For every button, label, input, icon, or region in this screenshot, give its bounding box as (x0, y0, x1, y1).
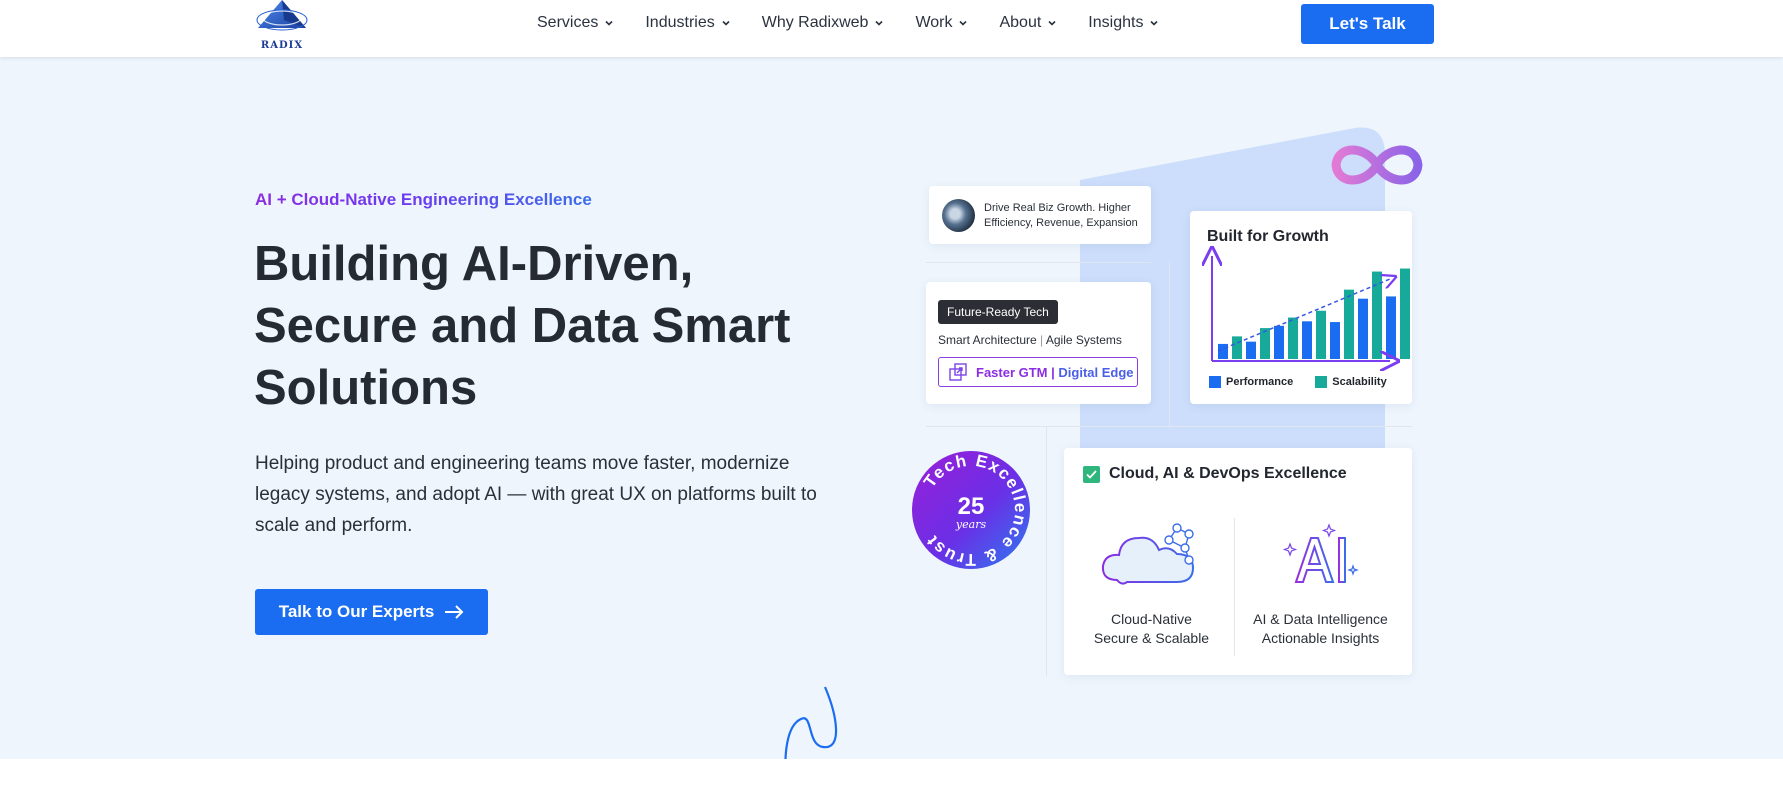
nav-industries-label: Industries (645, 13, 715, 31)
faster-gtm-text: Faster GTM | (976, 364, 1055, 380)
grid-line (926, 426, 1412, 427)
nav-why-radixweb-label: Why Radixweb (761, 13, 869, 31)
growth-message-card: Drive Real Biz Growth. Higher Efficiency… (929, 186, 1151, 244)
bar-scalability-6 (1372, 271, 1382, 359)
chevron-down-icon (875, 20, 884, 26)
grid-line (926, 262, 1151, 263)
cloud-network-icon (1101, 523, 1194, 585)
logo-wordmark: RADIX (260, 40, 304, 51)
bar-scalability-7 (1400, 268, 1410, 359)
infinity-icon (1331, 145, 1423, 185)
cloud-ai-heading: Cloud, AI & DevOps Excellence (1083, 465, 1347, 483)
chart-legend: Performance Scalability (1209, 376, 1409, 388)
legend-label-scalability: Scalability (1332, 376, 1387, 388)
bar-performance-7 (1386, 296, 1396, 359)
legend-label-performance: Performance (1226, 376, 1294, 388)
bar-performance-5 (1330, 322, 1340, 359)
chart-title: Built for Growth (1207, 228, 1329, 245)
ai-data-title: AI & Data Intelligence (1253, 611, 1388, 627)
badge-years: years (955, 518, 987, 531)
cloud-native-title: Cloud-Native (1111, 611, 1192, 627)
growth-message-text: Drive Real Biz Growth. Higher Efficiency… (984, 202, 1138, 229)
lets-talk-button[interactable]: Let's Talk (1301, 4, 1434, 44)
nav-why-radixweb[interactable]: Why Radixweb (762, 14, 886, 32)
ai-data-sub: Actionable Insights (1261, 630, 1380, 646)
chevron-down-icon (605, 20, 613, 26)
legend-scalability: Scalability (1315, 376, 1387, 388)
headline-line-2: Secure and Data Smart (254, 299, 791, 353)
chevron-down-icon (959, 20, 968, 26)
nav-about[interactable]: About (999, 14, 1058, 32)
bar-performance-4 (1302, 321, 1312, 359)
bar-performance-3 (1274, 325, 1284, 359)
ai-data-column: AI & Data Intelligence Actionable Insigh… (1238, 520, 1403, 648)
nav-work[interactable]: Work (915, 14, 969, 32)
bar-performance-1 (1218, 343, 1228, 359)
talk-to-experts-button[interactable]: Talk to Our Experts (255, 589, 488, 635)
cloud-ai-heading-text: Cloud, AI & DevOps Excellence (1109, 465, 1347, 482)
grid-line (1046, 426, 1047, 676)
bar-performance-6 (1358, 298, 1368, 359)
bar-scalability-4 (1316, 310, 1326, 359)
legend-swatch-scalability (1315, 376, 1328, 388)
nav-insights[interactable]: Insights (1088, 14, 1160, 32)
ai-sparkle-icon (1282, 523, 1359, 583)
future-ready-badge: Future-Ready Tech (938, 300, 1058, 324)
main-nav: Services Industries Why Radixweb Work Ab… (537, 0, 1190, 45)
chevron-down-icon (1150, 20, 1159, 26)
nav-insights-label: Insights (1088, 13, 1144, 31)
bar-scalability-1 (1232, 336, 1242, 359)
hero-subcopy: Helping product and engineering teams mo… (255, 453, 817, 536)
future-ready-card: Future-Ready Tech Smart Architecture | A… (926, 282, 1151, 404)
bar-scalability-3 (1288, 317, 1298, 359)
legend-swatch-performance (1209, 376, 1221, 388)
nav-services-label: Services (537, 13, 599, 31)
checkbox-checked-icon (1083, 465, 1100, 483)
next-section-top (0, 759, 1783, 797)
chevron-down-icon (1048, 20, 1056, 26)
nav-about-label: About (999, 13, 1042, 31)
site-header: RADIX Services Industries Why Radixweb W… (0, 0, 1783, 57)
nav-industries[interactable]: Industries (645, 14, 731, 32)
hero-headline: Building AI-Driven, Secure and Data Smar… (254, 233, 854, 419)
expand-arrows-icon (949, 363, 967, 381)
badge-number: 25 (958, 493, 985, 520)
chevron-down-icon (722, 20, 730, 26)
future-ready-line: Smart Architecture | Agile Systems (938, 333, 1122, 347)
headline-line-3: Solutions (254, 361, 478, 415)
separator: | (1040, 333, 1044, 347)
grid-line (1169, 262, 1170, 426)
arrow-right-icon (445, 605, 464, 619)
avatar (942, 199, 975, 232)
legend-performance: Performance (1209, 376, 1293, 388)
cloud-native-column: Cloud-Native Secure & Scalable (1069, 520, 1234, 648)
headline-line-1: Building AI-Driven, (254, 237, 694, 291)
agile-systems-text: Agile Systems (1045, 333, 1122, 347)
growth-chart-card: Built for Growth Performance Scalability (1190, 211, 1412, 404)
column-divider (1234, 518, 1235, 656)
bar-scalability-2 (1260, 328, 1270, 359)
cloud-native-sub: Secure & Scalable (1093, 630, 1210, 646)
talk-to-experts-label: Talk to Our Experts (278, 602, 435, 621)
bar-scalability-5 (1344, 289, 1354, 359)
smart-architecture-text: Smart Architecture (938, 333, 1037, 347)
cloud-ai-devops-card: Cloud, AI & DevOps Excellence Cloud-Nati… (1064, 448, 1412, 675)
faster-gtm-pill: Faster GTM | Digital Edge (938, 357, 1138, 387)
digital-edge-text: Digital Edge (1058, 364, 1134, 380)
nav-work-label: Work (915, 13, 953, 31)
nav-services[interactable]: Services (537, 14, 615, 32)
bar-performance-2 (1246, 341, 1256, 359)
hero-eyebrow: AI + Cloud-Native Engineering Excellence (255, 190, 592, 209)
25-years-badge: Tech Excellence & Trust 25 years (912, 451, 1030, 569)
